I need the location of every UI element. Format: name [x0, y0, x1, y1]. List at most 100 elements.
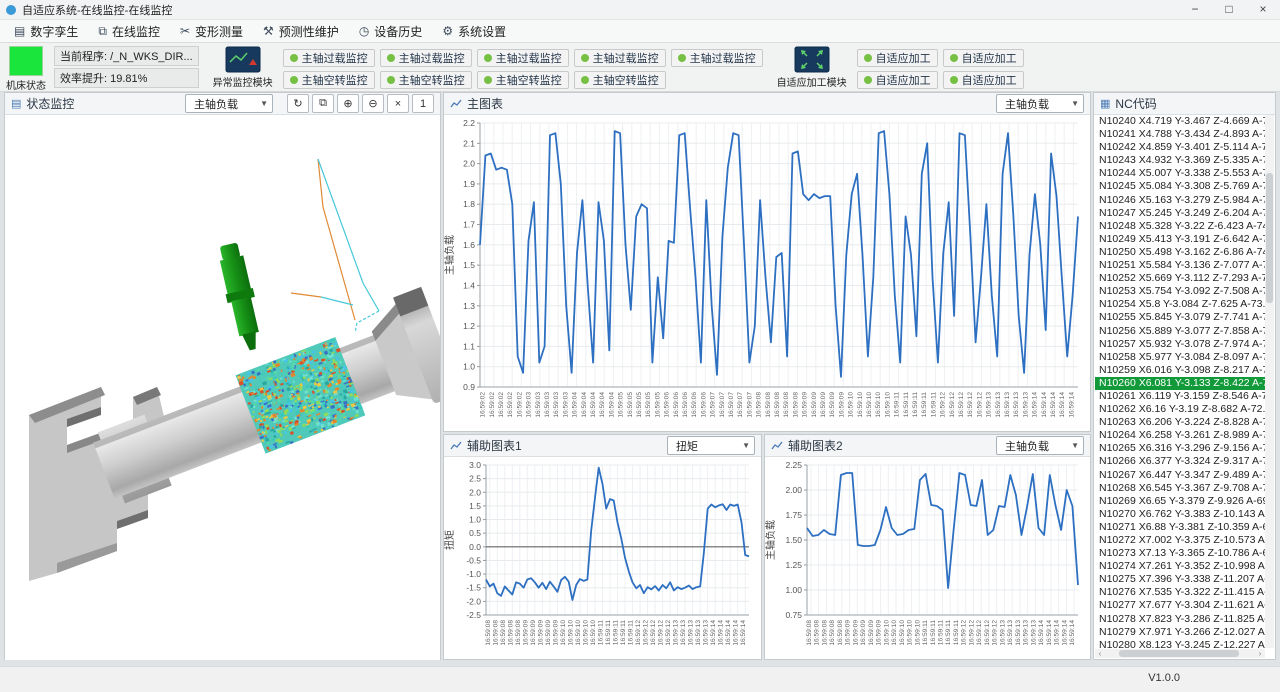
nc-code-row[interactable]: N10265 X6.316 Y-3.296 Z-9.156 A-71.771 — [1095, 442, 1265, 455]
nc-code-row[interactable]: N10262 X6.16 Y-3.19 Z-8.682 A-72.534 C — [1095, 403, 1265, 416]
nc-code-row[interactable]: N10244 X5.007 Y-3.338 Z-5.553 A-75.297 — [1095, 167, 1265, 180]
svg-text:2.2: 2.2 — [463, 118, 475, 128]
spindle-idle-badge[interactable]: 主轴空转监控 — [477, 71, 569, 89]
adaptive-machining-badge[interactable]: 自适应加工 — [857, 71, 938, 89]
spindle-idle-badge-label: 主轴空转监控 — [302, 72, 368, 88]
menu-item-在线监控[interactable]: ⧉在线监控 — [88, 21, 170, 42]
nc-code-row[interactable]: N10270 X6.762 Y-3.383 Z-10.143 A-69.34 — [1095, 508, 1265, 521]
nc-code-row[interactable]: N10268 X6.545 Y-3.367 Z-9.708 A-70.519 — [1095, 482, 1265, 495]
nc-code-row[interactable]: N10269 X6.65 Y-3.379 Z-9.926 A-69.947 C — [1095, 495, 1265, 508]
menu-item-系统设置[interactable]: ⚙系统设置 — [432, 21, 516, 42]
spindle-idle-badge[interactable]: 主轴空转监控 — [380, 71, 472, 89]
machine-status-label: 机床状态 — [6, 77, 46, 92]
spindle-idle-badge[interactable]: 主轴空转监控 — [283, 71, 375, 89]
nc-code-row[interactable]: N10278 X7.823 Y-3.286 Z-11.825 A-63.73 — [1095, 613, 1265, 626]
menu-item-设备历史[interactable]: ◷设备历史 — [349, 21, 433, 42]
nc-code-row[interactable]: N10264 X6.258 Y-3.261 Z-8.989 A-72.072 — [1095, 429, 1265, 442]
minimize-button[interactable]: − — [1178, 0, 1212, 19]
nc-horizontal-scrollbar[interactable]: ‹ › — [1095, 649, 1265, 658]
spindle-overload-badge[interactable]: 主轴过载监控 — [477, 49, 569, 67]
nc-code-row[interactable]: N10274 X7.261 Y-3.352 Z-10.998 A-66.67 — [1095, 560, 1265, 573]
svg-text:16:59:11: 16:59:11 — [953, 620, 960, 646]
nc-code-row[interactable]: N10247 X5.245 Y-3.249 Z-6.204 A-74.701 — [1095, 207, 1265, 220]
spindle-overload-badge[interactable]: 主轴过载监控 — [283, 49, 375, 67]
nc-code-row[interactable]: N10279 X7.971 Y-3.266 Z-12.027 A-62.98 — [1095, 626, 1265, 639]
adaptive-machining-badge[interactable]: 自适应加工 — [857, 49, 938, 67]
nc-code-row[interactable]: N10245 X5.084 Y-3.308 Z-5.769 A-75.088 — [1095, 180, 1265, 193]
svg-text:2.1: 2.1 — [463, 138, 475, 148]
nc-code-row[interactable]: N10248 X5.328 Y-3.22 Z-6.423 A-74.52 C — [1095, 220, 1265, 233]
main-chart: 16:59:0216:59:0216:59:0216:59:0216:59:02… — [444, 115, 1088, 431]
svg-text:16:59:13: 16:59:13 — [1013, 392, 1020, 418]
spindle-overload-badge[interactable]: 主轴过载监控 — [574, 49, 666, 67]
nc-code-row[interactable]: N10252 X5.669 Y-3.112 Z-7.293 A-73.844 — [1095, 272, 1265, 285]
zoom-in-button[interactable]: ⊕ — [337, 94, 359, 113]
nc-code-row[interactable]: N10254 X5.8 Y-3.084 Z-7.625 A-73.571 C — [1095, 298, 1265, 311]
nc-code-row[interactable]: N10242 X4.859 Y-3.401 Z-5.114 A-75.775 — [1095, 141, 1265, 154]
nc-code-row[interactable]: N10258 X5.977 Y-3.084 Z-8.097 A-73.138 — [1095, 351, 1265, 364]
aux-chart1-metric-select[interactable]: 扭矩▼ — [667, 436, 755, 455]
spindle-overload-badge[interactable]: 主轴过载监控 — [380, 49, 472, 67]
nc-code-row[interactable]: N10272 X7.002 Y-3.375 Z-10.573 A-68.05 — [1095, 534, 1265, 547]
nc-code-row[interactable]: N10267 X6.447 Y-3.347 Z-9.489 A-71.055 — [1095, 469, 1265, 482]
svg-text:-0.5: -0.5 — [466, 555, 481, 565]
status-monitor-metric-select[interactable]: 主轴负载▼ — [185, 94, 273, 113]
adaptive-machining-badge[interactable]: 自适应加工 — [943, 49, 1024, 67]
svg-text:16:59:09: 16:59:09 — [876, 620, 883, 646]
nc-code-row[interactable]: N10257 X5.932 Y-3.078 Z-7.974 A-73.243 — [1095, 338, 1265, 351]
nc-code-row[interactable]: N10260 X6.081 Y-3.133 Z-8.422 A-72.835 — [1095, 377, 1265, 390]
svg-text:16:59:14: 16:59:14 — [1069, 620, 1076, 646]
rotate-button[interactable]: ↻ — [287, 94, 309, 113]
nc-code-row[interactable]: N10266 X6.377 Y-3.324 Z-9.317 A-71.443 — [1095, 455, 1265, 468]
nc-vertical-scrollbar[interactable] — [1265, 115, 1274, 648]
adaptive-machining-badge[interactable]: 自适应加工 — [943, 71, 1024, 89]
nc-code-row[interactable]: N10250 X5.498 Y-3.162 Z-6.86 A-74.178 C — [1095, 246, 1265, 259]
export-button[interactable]: ⧉ — [312, 94, 334, 113]
nc-code-row[interactable]: N10253 X5.754 Y-3.092 Z-7.508 A-73.677 — [1095, 285, 1265, 298]
maximize-button[interactable]: □ — [1212, 0, 1246, 19]
nc-code-row[interactable]: N10280 X8.123 Y-3.245 Z-12.227 A-62.23 — [1095, 639, 1265, 648]
svg-text:2.00: 2.00 — [785, 485, 802, 495]
main-chart-metric-select[interactable]: 主轴负载▼ — [996, 94, 1084, 113]
aux-chart2-metric-select[interactable]: 主轴负载▼ — [996, 436, 1084, 455]
fit-button[interactable]: × — [387, 94, 409, 113]
close-button[interactable]: × — [1246, 0, 1280, 19]
nc-code-row[interactable]: N10243 X4.932 Y-3.369 Z-5.335 A-75.523 — [1095, 154, 1265, 167]
svg-text:16:59:11: 16:59:11 — [945, 620, 952, 646]
3d-viewport[interactable] — [5, 115, 440, 660]
scroll-right-icon[interactable]: › — [1255, 649, 1265, 658]
nc-code-row[interactable]: N10271 X6.88 Y-3.381 Z-10.359 A-68.711 — [1095, 521, 1265, 534]
nc-code-row[interactable]: N10273 X7.13 Y-3.365 Z-10.786 A-67.372 — [1095, 547, 1265, 560]
nc-code-row[interactable]: N10256 X5.889 Y-3.077 Z-7.858 A-73.348 — [1095, 325, 1265, 338]
svg-text:1.6: 1.6 — [463, 240, 475, 250]
nc-code-row[interactable]: N10249 X5.413 Y-3.191 Z-6.642 A-74.346 — [1095, 233, 1265, 246]
nc-code-row[interactable]: N10251 X5.584 Y-3.136 Z-7.077 A-74.012 — [1095, 259, 1265, 272]
svg-text:1.0: 1.0 — [469, 515, 481, 525]
nc-code-list[interactable]: N10240 X4.719 Y-3.467 Z-4.669 A-76.396N1… — [1095, 115, 1265, 648]
1-indicator[interactable]: 1 — [412, 94, 434, 113]
nc-code-row[interactable]: N10241 X4.788 Y-3.434 Z-4.893 A-76.062 — [1095, 128, 1265, 141]
zoom-out-button[interactable]: ⊖ — [362, 94, 384, 113]
menu-item-数字孪生[interactable]: ▤数字孪生 — [4, 21, 88, 42]
svg-text:1.8: 1.8 — [463, 199, 475, 209]
abnormal-monitor-module-icon[interactable] — [225, 46, 261, 73]
nc-code-row[interactable]: N10276 X7.535 Y-3.322 Z-11.415 A-65.22 — [1095, 586, 1265, 599]
adaptive-module-label: 自适应加工模块 — [777, 74, 847, 89]
svg-text:1.50: 1.50 — [785, 535, 802, 545]
spindle-idle-badge[interactable]: 主轴空转监控 — [574, 71, 666, 89]
nc-code-row[interactable]: N10261 X6.119 Y-3.159 Z-8.546 A-72.701 — [1095, 390, 1265, 403]
adaptive-machining-module-icon[interactable] — [794, 46, 830, 73]
nc-code-row[interactable]: N10275 X7.396 Y-3.338 Z-11.207 A-65.95 — [1095, 573, 1265, 586]
menu-item-变形测量[interactable]: ✂变形测量 — [170, 21, 253, 42]
nc-code-row[interactable]: N10277 X7.677 Y-3.304 Z-11.621 A-64.48 — [1095, 599, 1265, 612]
nc-code-row[interactable]: N10246 X5.163 Y-3.279 Z-5.984 A-74.892 — [1095, 194, 1265, 207]
scroll-left-icon[interactable]: ‹ — [1095, 649, 1105, 658]
spindle-overload-badge[interactable]: 主轴过载监控 — [671, 49, 763, 67]
menu-item-预测性维护[interactable]: ⚒预测性维护 — [253, 21, 349, 42]
nc-code-row[interactable]: N10263 X6.206 Y-3.224 Z-8.828 A-72.33 C — [1095, 416, 1265, 429]
nc-code-row[interactable]: N10259 X6.016 Y-3.098 Z-8.217 A-73.036 — [1095, 364, 1265, 377]
menu-item-label: 设备历史 — [374, 23, 422, 40]
svg-text:16:59:13: 16:59:13 — [1004, 392, 1011, 418]
nc-code-row[interactable]: N10255 X5.845 Y-3.079 Z-7.741 A-73.458 — [1095, 311, 1265, 324]
nc-code-row[interactable]: N10240 X4.719 Y-3.467 Z-4.669 A-76.396 — [1095, 115, 1265, 128]
